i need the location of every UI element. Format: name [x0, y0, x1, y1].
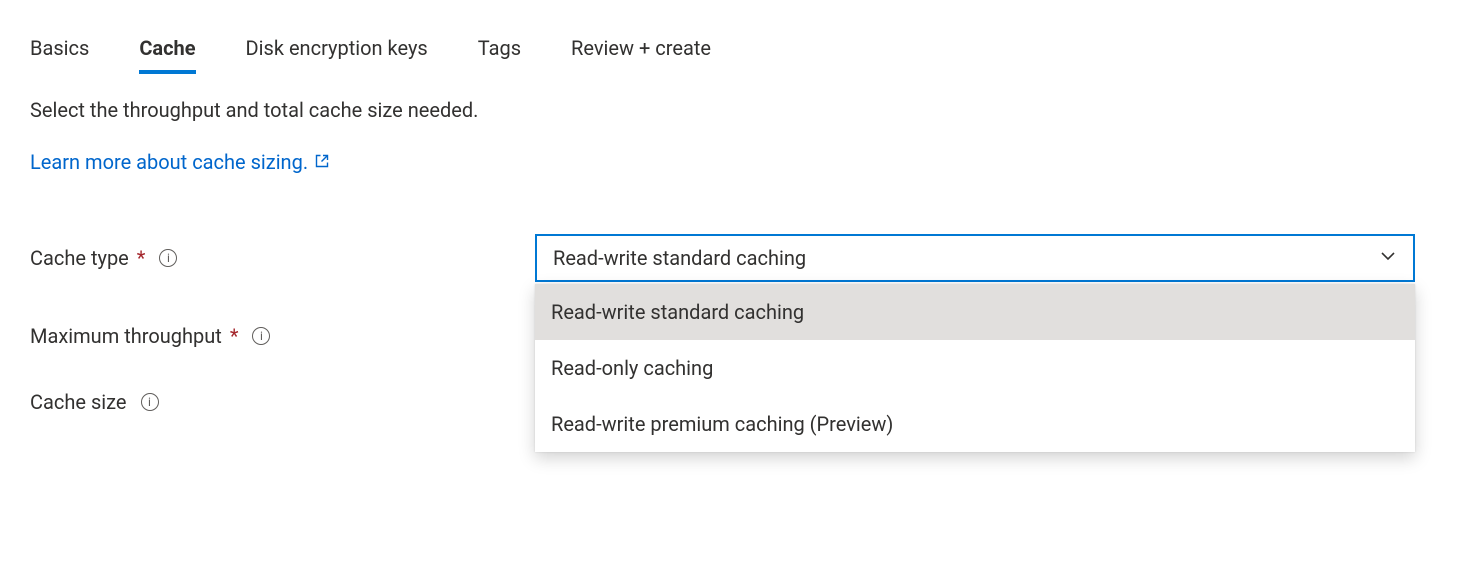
cache-type-label: Cache type [30, 246, 129, 270]
info-icon[interactable]: i [159, 249, 177, 267]
cache-type-selected-value: Read-write standard caching [553, 246, 806, 270]
required-marker: * [230, 324, 239, 348]
learn-more-text: Learn more about cache sizing. [30, 150, 308, 174]
external-link-icon [314, 150, 330, 174]
tab-tags[interactable]: Tags [478, 30, 521, 74]
cache-type-option-read-write-standard[interactable]: Read-write standard caching [535, 284, 1415, 340]
cache-type-option-read-write-premium[interactable]: Read-write premium caching (Preview) [535, 396, 1415, 452]
cache-size-label: Cache size [30, 390, 127, 414]
tab-cache[interactable]: Cache [139, 30, 195, 74]
required-marker: * [137, 246, 146, 270]
chevron-down-icon [1379, 246, 1397, 270]
cache-type-dropdown-list: Read-write standard caching Read-only ca… [535, 284, 1415, 452]
tab-disk-encryption-keys[interactable]: Disk encryption keys [246, 30, 428, 74]
cache-type-control: Read-write standard caching Read-write s… [535, 234, 1415, 282]
wizard-tabs: Basics Cache Disk encryption keys Tags R… [30, 30, 1445, 74]
tab-description: Select the throughput and total cache si… [30, 98, 1445, 122]
cache-type-dropdown[interactable]: Read-write standard caching [535, 234, 1415, 282]
max-throughput-label-group: Maximum throughput * i [30, 324, 535, 348]
learn-more-link[interactable]: Learn more about cache sizing. [30, 150, 330, 174]
field-row-cache-type: Cache type * i Read-write standard cachi… [30, 234, 1445, 282]
max-throughput-label: Maximum throughput [30, 324, 222, 348]
tab-basics[interactable]: Basics [30, 30, 89, 74]
tab-review-create[interactable]: Review + create [571, 30, 711, 74]
cache-type-option-read-only[interactable]: Read-only caching [535, 340, 1415, 396]
cache-type-label-group: Cache type * i [30, 246, 535, 270]
info-icon[interactable]: i [252, 327, 270, 345]
info-icon[interactable]: i [141, 393, 159, 411]
cache-size-label-group: Cache size i [30, 390, 535, 414]
